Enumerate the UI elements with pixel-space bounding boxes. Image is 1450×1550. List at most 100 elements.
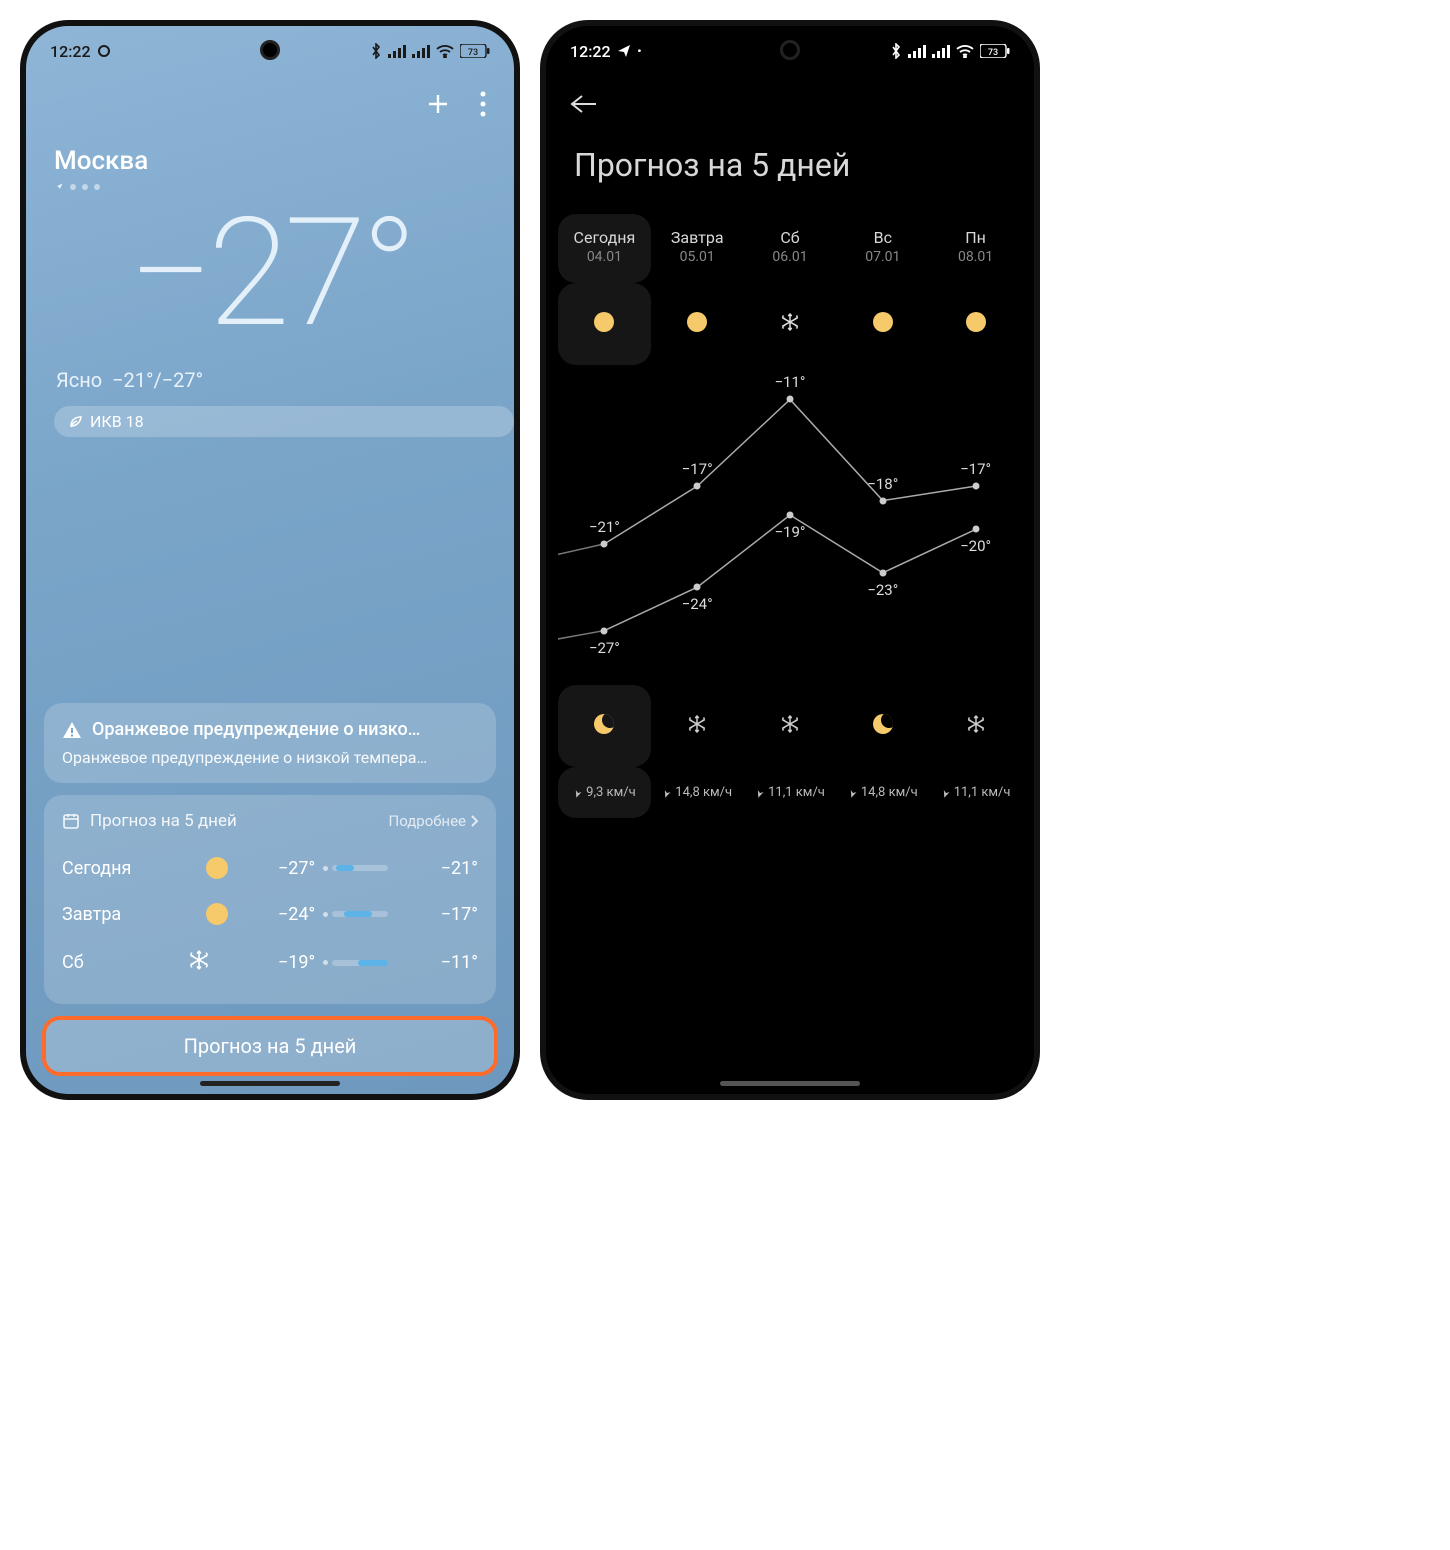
add-city-button[interactable] [424,90,452,118]
sun-icon [206,857,228,879]
svg-text:73: 73 [988,48,998,58]
moon-icon [873,714,893,734]
day-column[interactable]: Завтра05.01 [651,214,744,283]
warning-icon [62,720,82,740]
wind-cell: 14,8 км/ч [651,767,744,818]
day-weather-icon-slot [929,283,1022,365]
camera-cutout [780,40,800,60]
wifi-icon [956,44,974,58]
phone-right: 12:22 · 73 Прогноз на 5 дней Сегодня04.0… [540,20,1040,1100]
wind-cell: 11,1 км/ч [929,767,1022,818]
wind-arrow-icon [662,788,672,798]
snowflake-icon [966,714,986,734]
battery-icon: 73 [460,44,490,58]
forecast-row[interactable]: Завтра −24° −17° [62,891,478,937]
chevron-right-icon [470,815,478,827]
day-column[interactable]: Сегодня04.01 [558,214,651,283]
weather-alert-card[interactable]: Оранжевое предупреждение о низко… Оранже… [44,703,496,783]
calendar-icon [62,812,80,830]
chart-point-high [972,483,979,490]
camera-cutout [260,40,280,60]
temp-range-bar [323,865,420,871]
forecast-day: Сб [62,952,188,973]
chart-label-low: −23° [867,581,898,599]
forecast-low: −24° [246,904,323,925]
day-weather-icon-slot [651,283,744,365]
wind-cell: 11,1 км/ч [744,767,837,818]
wind-arrow-icon [755,788,765,798]
more-button[interactable] [480,91,486,117]
condition-line: Ясно −21°/−27° [56,368,514,392]
send-icon [617,44,631,58]
day-weather-icon-slot [558,283,651,365]
chart-point-low [694,584,701,591]
day-column[interactable]: Пн08.01 [929,214,1022,283]
current-temp: −27° [26,198,514,348]
wifi-icon [436,44,454,58]
temp-range-bar [323,960,420,966]
wind-arrow-icon [573,788,583,798]
battery-icon: 73 [980,44,1010,58]
location-dot-icon [54,182,64,192]
wind-cell: 9,3 км/ч [558,767,651,818]
snowflake-icon [780,714,800,734]
snowflake-icon [687,714,707,734]
forecast-low: −27° [246,858,323,879]
bluetooth-icon [890,43,902,59]
chart-label-high: −17° [960,460,991,478]
forecast-row[interactable]: Сегодня −27° −21° [62,845,478,891]
sun-icon [206,903,228,925]
wind-arrow-icon [941,788,951,798]
temperature-chart: −21°−17°−11°−18°−17°−27°−24°−19°−23°−20° [558,365,1022,685]
sun-icon [873,312,893,332]
signal-icon [388,44,406,58]
home-indicator[interactable] [200,1081,340,1086]
forecast-card: Прогноз на 5 дней Подробнее Сегодня −27°… [44,795,496,1004]
sun-icon [966,312,986,332]
day-weather-icon-slot [744,283,837,365]
night-weather-icon-slot [744,685,837,767]
phone-left: 12:22 73 Москва −27° Ясно −21°/−27° [20,20,520,1100]
chart-point-low [972,526,979,533]
chart-label-high: −17° [682,460,713,478]
forecast-more-link[interactable]: Подробнее [389,812,479,830]
chart-label-low: −24° [682,595,713,613]
bluetooth-icon [370,43,382,59]
aqi-chip[interactable]: ИКВ 18 [54,406,514,437]
leaf-icon [68,414,84,430]
chart-label-high: −18° [867,475,898,493]
city-name: Москва [54,146,486,176]
chart-point-low [787,512,794,519]
wind-arrow-icon [848,788,858,798]
back-button[interactable] [570,94,598,114]
temp-range-bar [323,911,420,917]
chart-point-high [601,540,608,547]
forecast-title: Прогноз на 5 дней [90,811,237,831]
forecast-day: Завтра [62,904,188,925]
snowflake-icon [780,312,800,332]
chart-label-low: −20° [960,537,991,555]
sun-icon [687,312,707,332]
home-indicator[interactable] [720,1081,860,1086]
chart-point-high [694,483,701,490]
forecast-day: Сегодня [62,858,188,879]
moon-icon [594,714,614,734]
signal-icon [908,44,926,58]
status-time: 12:22 [570,42,611,61]
chart-point-high [787,396,794,403]
day-weather-icon-slot [836,283,929,365]
wind-cell: 14,8 км/ч [836,767,929,818]
forecast-high: −11° [420,952,478,973]
chart-point-high [879,497,886,504]
svg-text:73: 73 [468,48,478,58]
day-column[interactable]: Сб06.01 [744,214,837,283]
signal-icon-2 [412,44,430,58]
five-day-forecast-button[interactable]: Прогноз на 5 дней [44,1018,496,1074]
chart-label-low: −19° [774,523,805,541]
status-circle-icon [97,44,111,58]
forecast-high: −17° [420,904,478,925]
day-column[interactable]: Вс07.01 [836,214,929,283]
night-weather-icon-slot [836,685,929,767]
status-time: 12:22 [50,42,91,61]
forecast-row[interactable]: Сб −19° −11° [62,937,478,988]
